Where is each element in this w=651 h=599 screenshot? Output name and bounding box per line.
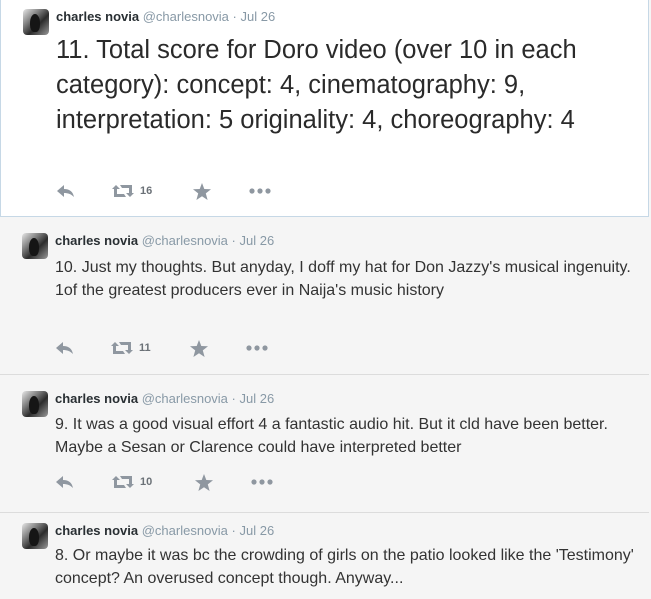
favorite-button[interactable]	[195, 472, 213, 492]
retweet-button[interactable]: 11	[111, 338, 151, 358]
more-icon	[246, 345, 268, 351]
tweet[interactable]: charles novia @charlesnovia · Jul 26 11.…	[0, 0, 649, 217]
tweet-header: charles novia @charlesnovia · Jul 26	[55, 233, 274, 248]
author-name[interactable]: charles novia	[55, 391, 138, 406]
star-icon	[193, 182, 211, 200]
timestamp[interactable]: Jul 26	[241, 9, 276, 24]
more-icon	[251, 479, 273, 485]
tweet[interactable]: charles novia @charlesnovia · Jul 26 10.…	[0, 217, 649, 375]
author-name[interactable]: charles novia	[55, 233, 138, 248]
separator: ·	[232, 9, 237, 24]
timestamp[interactable]: Jul 26	[240, 391, 275, 406]
star-icon	[190, 339, 208, 357]
tweet-actions: 11	[55, 338, 315, 358]
separator: ·	[231, 523, 236, 538]
favorite-button[interactable]	[190, 338, 208, 358]
tweet-text: 8. Or maybe it was bc the crowding of gi…	[55, 547, 634, 587]
tweet-header: charles novia @charlesnovia · Jul 26	[55, 391, 274, 406]
tweet-header: charles novia @charlesnovia · Jul 26	[56, 9, 275, 24]
avatar[interactable]	[22, 233, 48, 259]
reply-button[interactable]	[56, 181, 76, 201]
avatar[interactable]	[22, 391, 48, 417]
more-button[interactable]	[249, 181, 271, 201]
author-handle[interactable]: @charlesnovia	[142, 233, 228, 248]
retweet-count: 16	[140, 185, 153, 197]
reply-button[interactable]	[55, 472, 75, 492]
author-handle[interactable]: @charlesnovia	[142, 523, 228, 538]
retweet-count: 10	[140, 476, 153, 488]
author-handle[interactable]: @charlesnovia	[142, 391, 228, 406]
more-icon	[249, 188, 271, 194]
star-icon	[195, 473, 213, 491]
tweet[interactable]: charles novia @charlesnovia · Jul 26 9. …	[0, 375, 649, 513]
avatar[interactable]	[23, 9, 49, 35]
retweet-count: 11	[139, 342, 151, 354]
reply-icon	[56, 476, 73, 488]
more-button[interactable]	[246, 338, 268, 358]
favorite-button[interactable]	[193, 181, 211, 201]
separator: ·	[231, 233, 236, 248]
reply-icon	[56, 342, 73, 354]
reply-icon	[57, 185, 74, 197]
retweet-button[interactable]: 16	[112, 181, 152, 201]
more-button[interactable]	[251, 472, 273, 492]
author-name[interactable]: charles novia	[56, 9, 139, 24]
tweet[interactable]: charles novia @charlesnovia · Jul 26 8. …	[0, 513, 649, 599]
tweet-timeline: charles novia @charlesnovia · Jul 26 11.…	[0, 0, 651, 599]
tweet-text: 9. It was a good visual effort 4 a fanta…	[55, 416, 608, 456]
retweet-button[interactable]: 10	[112, 472, 152, 492]
retweet-icon	[112, 476, 134, 488]
tweet-header: charles novia @charlesnovia · Jul 26	[55, 523, 274, 538]
timestamp[interactable]: Jul 26	[240, 523, 275, 538]
retweet-icon	[112, 185, 134, 197]
reply-button[interactable]	[55, 338, 75, 358]
avatar[interactable]	[22, 523, 48, 549]
tweet-actions: 16	[56, 181, 316, 201]
author-handle[interactable]: @charlesnovia	[143, 9, 229, 24]
timestamp[interactable]: Jul 26	[240, 233, 275, 248]
separator: ·	[231, 391, 236, 406]
retweet-icon	[111, 342, 133, 354]
author-name[interactable]: charles novia	[55, 523, 138, 538]
tweet-text: 11. Total score for Doro video (over 10 …	[56, 36, 577, 134]
tweet-actions: 10	[55, 472, 315, 492]
tweet-text: 10. Just my thoughts. But anyday, I doff…	[55, 259, 631, 299]
